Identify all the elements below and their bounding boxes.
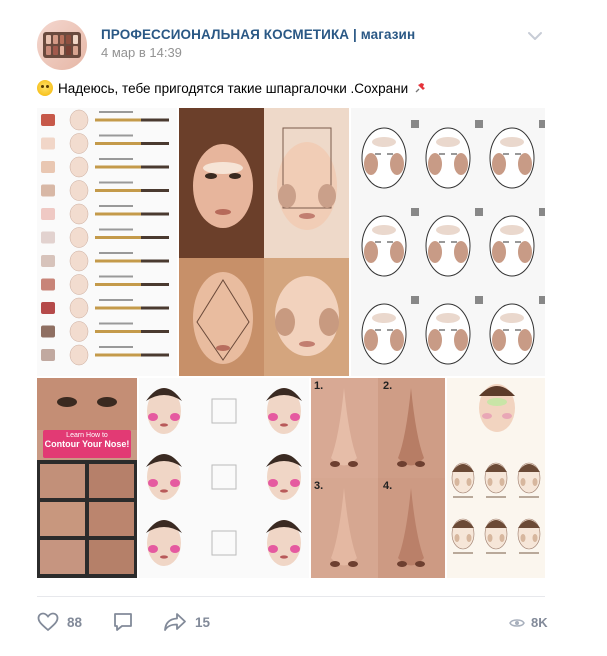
post-text-body: Надеюсь, тебе пригодятся такие шпаргалоч…	[58, 80, 409, 96]
author-name-link[interactable]: ПРОФЕССИОНАЛЬНАЯ КОСМЕТИКА | магазин	[101, 27, 415, 42]
footer-divider	[37, 596, 545, 597]
views-counter: 8K	[509, 615, 548, 630]
pushpin-emoji-icon	[415, 83, 426, 93]
comment-icon	[114, 613, 132, 631]
comment-button[interactable]	[112, 612, 134, 632]
photo-grid: Learn How to Contour Your Nose! 1. 2. 3.…	[37, 108, 545, 578]
like-button[interactable]: 88	[37, 612, 82, 632]
photo-contour-faces[interactable]	[179, 108, 349, 376]
views-count: 8K	[531, 615, 548, 630]
photo-contour-nose-guide[interactable]: Learn How to Contour Your Nose!	[37, 378, 137, 578]
nose-step-4: 4.	[383, 480, 393, 492]
photo-face-shape-diagrams[interactable]	[351, 108, 545, 376]
like-count: 88	[67, 614, 83, 630]
chevron-down-icon[interactable]	[527, 30, 543, 42]
eye-icon	[509, 618, 525, 627]
post-text: Надеюсь, тебе пригодятся такие шпаргалоч…	[37, 80, 427, 96]
photo-nose-steps[interactable]: 1. 2. 3. 4.	[311, 378, 445, 578]
heart-icon	[37, 612, 59, 632]
share-arrow-icon	[164, 613, 186, 631]
banner-line2: Contour Your Nose!	[44, 438, 130, 449]
share-button[interactable]: 15	[163, 612, 210, 632]
photo-brush-chart[interactable]	[37, 108, 177, 376]
post-date[interactable]: 4 мар в 14:39	[101, 45, 182, 60]
nose-step-2: 2.	[383, 380, 393, 392]
contour-nose-banner: Learn How to Contour Your Nose!	[43, 430, 131, 458]
grinning-sweat-emoji-icon	[37, 80, 53, 96]
share-count: 15	[195, 614, 211, 630]
community-avatar[interactable]	[37, 20, 87, 70]
wall-post: ПРОФЕССИОНАЛЬНАЯ КОСМЕТИКА | магазин 4 м…	[0, 0, 607, 656]
photo-face-zone-chart[interactable]	[447, 378, 545, 578]
photo-blush-face-shapes[interactable]	[139, 378, 309, 578]
nose-step-3: 3.	[314, 480, 324, 492]
nose-step-1: 1.	[314, 380, 324, 392]
